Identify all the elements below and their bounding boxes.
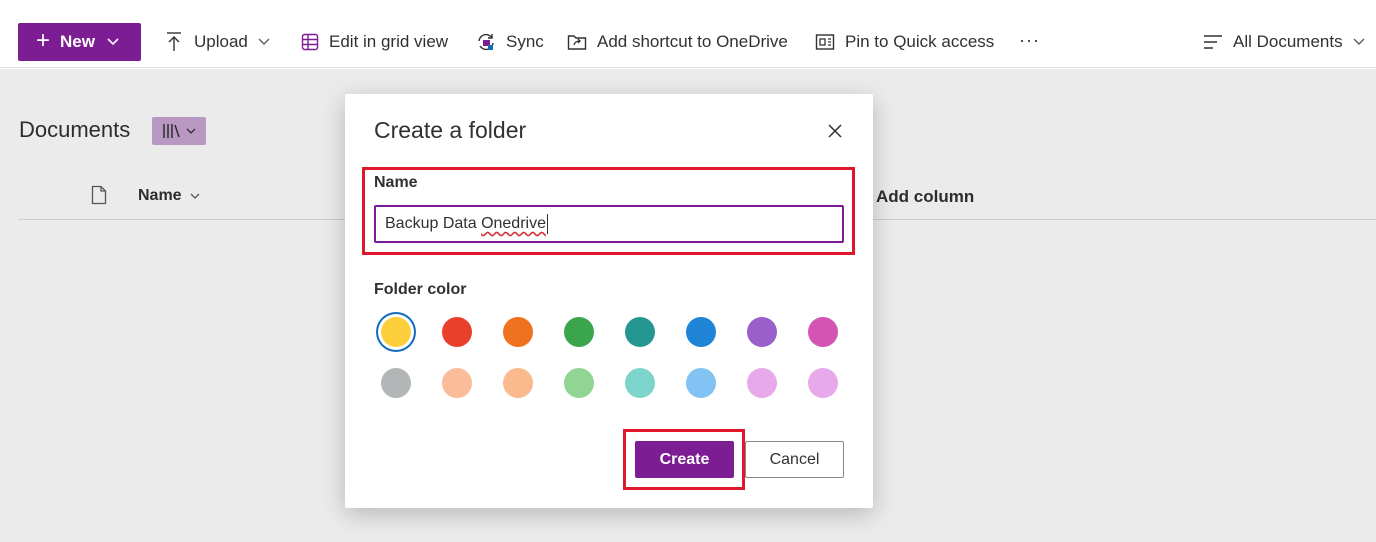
pin-label: Pin to Quick access	[845, 32, 995, 51]
folder-color-swatch[interactable]	[808, 368, 838, 398]
folder-color-swatch[interactable]	[564, 317, 594, 347]
shortcut-label: Add shortcut to OneDrive	[597, 32, 788, 51]
name-input-text: Backup Data	[385, 215, 482, 232]
chevron-down-icon	[258, 38, 270, 45]
folder-color-swatch[interactable]	[381, 317, 411, 347]
sync-button[interactable]: Sync	[476, 28, 544, 56]
close-icon[interactable]	[825, 121, 845, 141]
more-options-icon[interactable]: ···	[1019, 30, 1040, 51]
shortcut-icon	[567, 35, 587, 50]
sync-icon	[478, 33, 494, 51]
view-selector[interactable]: All Documents	[1203, 28, 1375, 56]
folder-color-swatch[interactable]	[747, 317, 777, 347]
folder-color-swatch[interactable]	[625, 368, 655, 398]
text-caret	[546, 214, 548, 234]
folder-color-swatch[interactable]	[686, 317, 716, 347]
folder-color-swatch[interactable]	[381, 368, 411, 398]
sync-label: Sync	[506, 32, 544, 51]
name-label: Name	[374, 174, 418, 191]
pin-quick-access-button[interactable]: Pin to Quick access	[815, 28, 994, 56]
grid-icon	[301, 33, 319, 51]
pin-icon	[815, 34, 835, 50]
cancel-button[interactable]: Cancel	[745, 441, 844, 478]
chevron-down-icon	[107, 38, 119, 46]
chevron-down-icon	[1353, 38, 1365, 45]
folder-color-label: Folder color	[374, 281, 467, 298]
upload-button[interactable]: Upload	[164, 28, 280, 56]
command-bar: + New Upload Edit in grid view Sync Add …	[0, 0, 1376, 68]
upload-label: Upload	[194, 32, 248, 51]
folder-color-swatch[interactable]	[442, 368, 472, 398]
folder-color-swatch[interactable]	[686, 368, 716, 398]
grid-label: Edit in grid view	[329, 32, 449, 51]
folder-color-swatch[interactable]	[564, 368, 594, 398]
view-label: All Documents	[1233, 32, 1343, 51]
plus-icon: +	[36, 27, 51, 54]
new-button-label: New	[60, 32, 95, 51]
folder-name-input[interactable]: Backup Data Onedrive	[374, 205, 844, 243]
create-folder-dialog: Create a folder Name Backup Data Onedriv…	[345, 94, 873, 508]
name-input-misspelled-word: Onedrive	[481, 215, 546, 232]
view-list-icon	[1204, 35, 1222, 49]
create-button[interactable]: Create	[635, 441, 734, 478]
folder-color-swatch[interactable]	[808, 317, 838, 347]
upload-icon	[167, 32, 181, 51]
folder-color-swatch[interactable]	[503, 368, 533, 398]
folder-color-swatch[interactable]	[625, 317, 655, 347]
add-shortcut-button[interactable]: Add shortcut to OneDrive	[567, 28, 788, 56]
folder-color-swatch[interactable]	[442, 317, 472, 347]
dialog-title: Create a folder	[374, 117, 527, 143]
folder-color-swatch[interactable]	[747, 368, 777, 398]
folder-color-swatch[interactable]	[503, 317, 533, 347]
new-button[interactable]: + New	[18, 23, 141, 61]
edit-grid-view-button[interactable]: Edit in grid view	[301, 28, 448, 56]
